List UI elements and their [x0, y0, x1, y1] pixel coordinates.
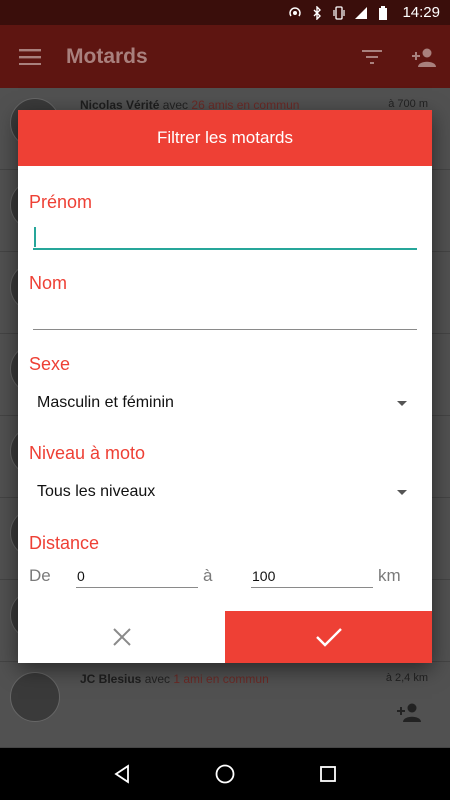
gender-value: Masculin et féminin: [37, 394, 174, 411]
app-title: Motards: [66, 44, 148, 68]
app-bar: Motards: [0, 25, 450, 88]
recents-button[interactable]: [308, 754, 348, 794]
status-bar: 14:29: [0, 0, 450, 25]
distance-label: à 2,4 km: [385, 672, 428, 684]
cancel-button[interactable]: [18, 611, 225, 663]
biker-name[interactable]: JC Blesius: [80, 672, 141, 686]
back-icon: [114, 764, 129, 784]
home-button[interactable]: [205, 754, 245, 794]
add-person-button[interactable]: [398, 25, 450, 88]
avatar: [10, 672, 60, 722]
menu-icon: [19, 48, 41, 65]
dialog-actions: [18, 611, 432, 663]
menu-button[interactable]: [0, 25, 60, 88]
confirm-button[interactable]: [225, 611, 432, 663]
check-icon: [315, 628, 342, 647]
gender-select[interactable]: Masculin et féminin: [37, 390, 407, 416]
add-friend-button[interactable]: [396, 702, 422, 722]
filter-dialog: Filtrer les motards Prénom Nom Sexe Masc…: [18, 110, 432, 663]
level-value: Tous les niveaux: [37, 483, 156, 500]
dialog-header: Filtrer les motards: [18, 110, 432, 166]
mutual-friends[interactable]: 1 ami en commun: [173, 672, 268, 686]
signal-icon: [354, 6, 368, 20]
first-name-field[interactable]: [33, 220, 417, 250]
last-name-field[interactable]: [33, 300, 417, 330]
level-label: Niveau à moto: [29, 443, 146, 463]
back-button[interactable]: [102, 754, 142, 794]
dropdown-arrow-icon: [397, 400, 407, 406]
system-nav-bar: [0, 748, 450, 800]
close-icon: [112, 628, 131, 646]
list-item[interactable]: JC Blesius avec 1 ami en commun à 2,4 km: [0, 662, 450, 748]
level-select[interactable]: Tous les niveaux: [37, 479, 407, 505]
first-name-label: Prénom: [29, 192, 93, 212]
battery-icon: [376, 5, 390, 20]
distance-label: à 700 m: [388, 98, 428, 110]
status-time: 14:29: [402, 4, 440, 21]
distance-label: Distance: [29, 533, 100, 553]
distance-unit: km: [378, 566, 401, 585]
distance-to-input[interactable]: 100: [251, 564, 373, 588]
first-name-underline: [33, 248, 417, 250]
gender-label: Sexe: [29, 354, 71, 374]
add-person-icon: [412, 48, 436, 67]
distance-from-input[interactable]: 0: [76, 564, 198, 588]
connector-text: avec: [141, 672, 174, 686]
filter-icon: [362, 49, 382, 64]
hotspot-icon: [288, 6, 302, 20]
distance-from-label: De: [29, 566, 51, 585]
recents-icon: [320, 766, 337, 782]
add-person-icon: [397, 703, 421, 722]
vibrate-icon: [332, 5, 346, 20]
last-name-label: Nom: [29, 273, 68, 293]
bluetooth-icon: [310, 5, 324, 20]
filter-button[interactable]: [346, 25, 398, 88]
distance-range: De 0 à 100 km: [29, 566, 421, 596]
dialog-title: Filtrer les motards: [156, 128, 294, 147]
distance-to-label: à: [203, 566, 213, 585]
home-icon: [215, 764, 235, 784]
dropdown-arrow-icon: [397, 489, 407, 495]
last-name-underline: [33, 329, 417, 330]
